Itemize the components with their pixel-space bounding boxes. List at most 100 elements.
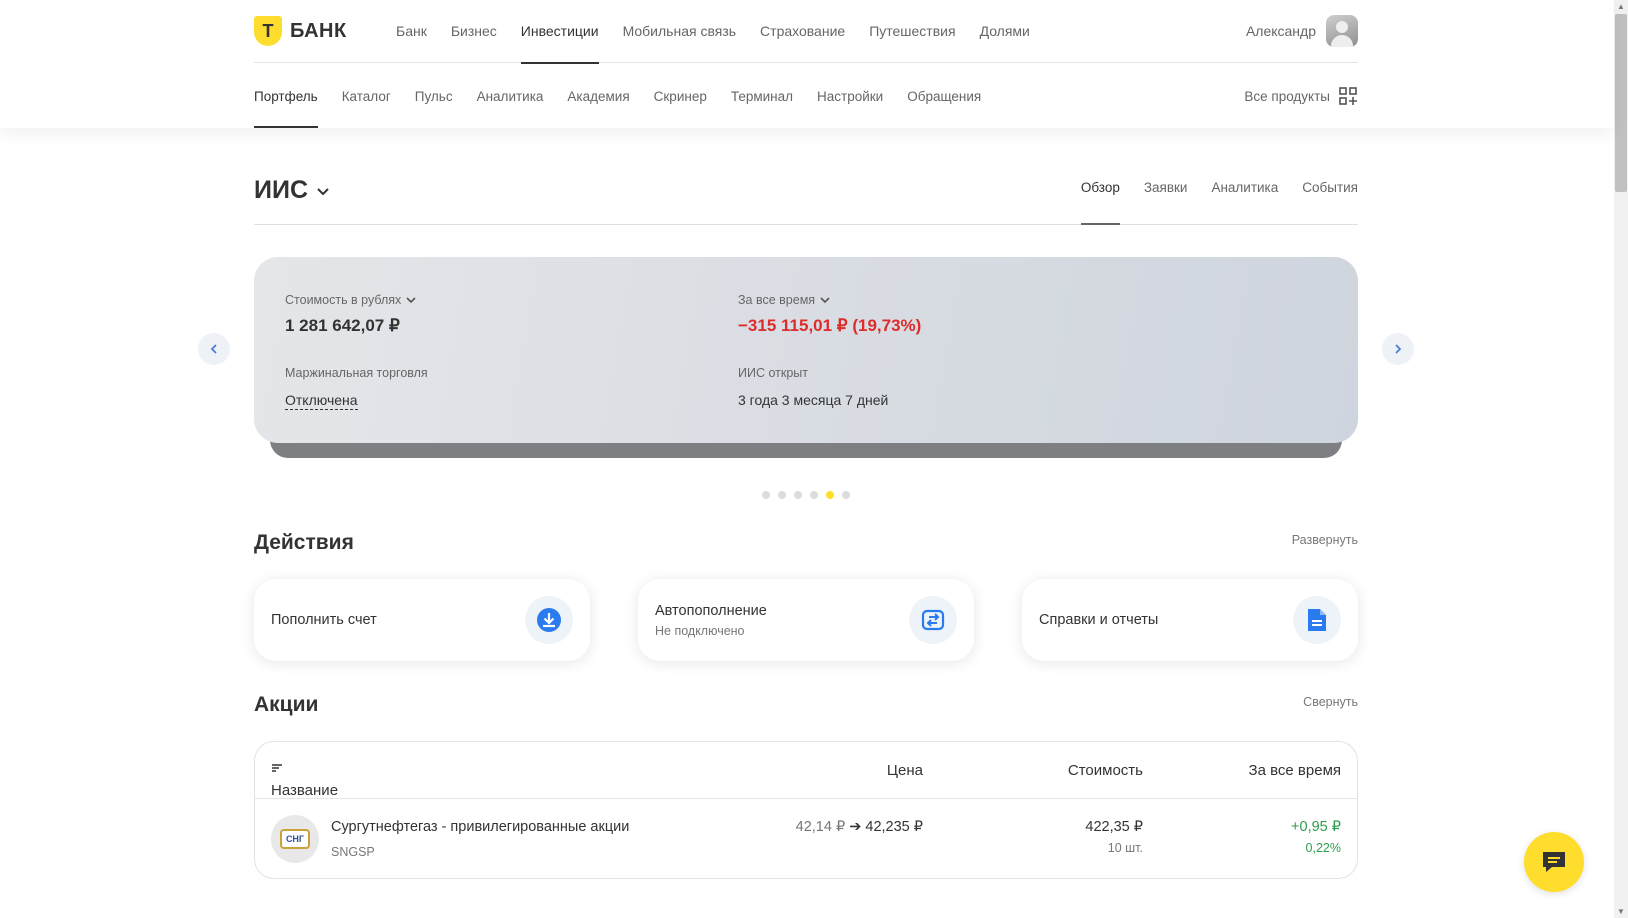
actions-title: Действия [254, 531, 354, 554]
main-nav-item-mobile[interactable]: Мобильная связь [623, 0, 736, 63]
user-menu[interactable]: Александр [1246, 15, 1358, 47]
value-block: Стоимость в рублях 1 281 642,07 ₽ [285, 293, 417, 336]
margin-label: Маржинальная торговля [285, 366, 428, 380]
stock-ticker: SNGSP [331, 845, 375, 859]
table-header: Название Цена Стоимость За все время [255, 742, 1357, 799]
sub-nav-item-catalog[interactable]: Каталог [342, 64, 391, 128]
stock-logo: СНГ [271, 815, 319, 863]
carousel-dot[interactable] [762, 491, 770, 499]
margin-status-link[interactable]: Отключена [285, 392, 358, 410]
account-header: ИИС Обзор Заявки Аналитика События [254, 168, 1358, 225]
value-selector[interactable]: Стоимость в рублях [285, 293, 417, 307]
all-products-button[interactable]: Все продукты [1244, 86, 1358, 106]
table-row[interactable]: СНГ Сургутнефтегаз - привилегированные а… [255, 799, 1357, 879]
main-nav-item-travel[interactable]: Путешествия [869, 0, 955, 63]
chat-button[interactable] [1524, 832, 1584, 892]
carousel-dot[interactable] [778, 491, 786, 499]
logo-text: БАНК [290, 19, 347, 42]
action-top-up[interactable]: Пополнить счет [254, 579, 590, 661]
price-to: 42,235 ₽ [865, 819, 923, 835]
period-label: За все время [738, 293, 816, 307]
tab-overview[interactable]: Обзор [1080, 168, 1120, 225]
sub-nav-item-academy[interactable]: Академия [567, 64, 629, 128]
carousel-next-button[interactable] [1382, 333, 1414, 365]
action-label: Пополнить счет [271, 612, 377, 628]
brand-logo[interactable]: Т БАНК [254, 16, 396, 46]
opened-block: ИИС открыт 3 года 3 месяца 7 дней [738, 366, 888, 408]
carousel-prev-button[interactable] [198, 333, 230, 365]
tab-events[interactable]: События [1302, 168, 1358, 224]
sub-nav-item-portfolio[interactable]: Портфель [254, 64, 318, 128]
page-scrollbar[interactable]: ▲ ▼ [1614, 0, 1628, 918]
account-tabs: Обзор Заявки Аналитика События [1080, 168, 1358, 225]
carousel-dot[interactable] [826, 491, 834, 499]
value-label: Стоимость в рублях [285, 293, 402, 307]
logo-shield-icon: Т [254, 16, 282, 46]
sub-nav-item-settings[interactable]: Настройки [817, 64, 883, 128]
chevron-right-icon [1395, 344, 1402, 354]
sub-nav-item-analytics[interactable]: Аналитика [477, 64, 544, 128]
tab-analytics[interactable]: Аналитика [1211, 168, 1278, 224]
main-nav: Банк Бизнес Инвестиции Мобильная связь С… [396, 0, 1054, 64]
scroll-down-icon[interactable]: ▼ [1616, 907, 1626, 916]
main-nav-item-bank[interactable]: Банк [396, 0, 427, 63]
stocks-title: Акции [254, 693, 319, 716]
sub-bar: Портфель Каталог Пульс Аналитика Академи… [254, 64, 1358, 128]
chevron-down-icon [317, 187, 329, 195]
sub-nav-item-screener[interactable]: Скринер [654, 64, 707, 128]
arrow-right-icon: ➔ [849, 819, 862, 835]
stock-value: 422,35 ₽ [1085, 819, 1143, 835]
portfolio-change: −315 115,01 ₽ (19,73%) [738, 316, 922, 335]
stock-gain-pct: 0,22% [1305, 841, 1341, 855]
margin-block: Маржинальная торговля Отключена [285, 366, 428, 410]
chat-icon [1543, 852, 1565, 872]
chevron-left-icon [210, 344, 217, 354]
stock-qty: 10 шт. [1107, 841, 1143, 855]
stock-name[interactable]: Сургутнефтегаз - привилегированные акции [331, 819, 629, 835]
column-name-sort[interactable]: Название [271, 762, 338, 799]
scroll-up-icon[interactable]: ▲ [1616, 2, 1626, 11]
carousel-dot[interactable] [794, 491, 802, 499]
chevron-down-icon [406, 297, 416, 304]
price-from: 42,14 ₽ [795, 819, 846, 835]
action-reports[interactable]: Справки и отчеты [1022, 579, 1358, 661]
sub-nav-item-support[interactable]: Обращения [907, 64, 981, 128]
user-name: Александр [1245, 23, 1316, 39]
change-block: За все время −315 115,01 ₽ (19,73%) [738, 293, 921, 336]
main-nav-item-installments[interactable]: Долями [980, 0, 1030, 63]
column-name: Название [271, 782, 339, 799]
all-products-label: Все продукты [1244, 88, 1330, 104]
investments-nav: Портфель Каталог Пульс Аналитика Академи… [254, 64, 1005, 128]
document-icon [1293, 596, 1341, 644]
grid-plus-icon [1339, 87, 1357, 105]
summary-card: Стоимость в рублях 1 281 642,07 ₽ За все… [254, 257, 1358, 443]
autorefill-icon [909, 596, 957, 644]
main-nav-item-investments[interactable]: Инвестиции [520, 0, 599, 64]
scroll-thumb[interactable] [1615, 14, 1627, 192]
action-autorefill[interactable]: Автопополнение Не подключено [638, 579, 974, 661]
column-price[interactable]: Цена [887, 762, 923, 779]
account-selector[interactable]: ИИС [254, 176, 330, 205]
column-alltime[interactable]: За все время [1249, 762, 1341, 779]
sub-nav-item-terminal[interactable]: Терминал [731, 64, 793, 128]
action-label: Справки и отчеты [1039, 612, 1159, 628]
stocks-collapse-link[interactable]: Свернуть [1303, 695, 1358, 709]
portfolio-value: 1 281 642,07 ₽ [285, 316, 400, 335]
avatar[interactable] [1326, 15, 1358, 47]
main-nav-item-insurance[interactable]: Страхование [760, 0, 845, 63]
main-nav-item-business[interactable]: Бизнес [451, 0, 497, 63]
column-value[interactable]: Стоимость [1068, 762, 1143, 779]
carousel-dot[interactable] [810, 491, 818, 499]
stocks-table: Название Цена Стоимость За все время СНГ… [254, 741, 1358, 879]
download-icon [525, 596, 573, 644]
chevron-down-icon [820, 297, 830, 304]
carousel-dot[interactable] [842, 491, 850, 499]
period-selector[interactable]: За все время [738, 293, 921, 307]
stock-logo-text: СНГ [280, 829, 310, 849]
actions-expand-link[interactable]: Развернуть [1292, 533, 1358, 547]
stock-price: 42,14 ₽ ➔ 42,235 ₽ [796, 819, 923, 835]
tab-orders[interactable]: Заявки [1144, 168, 1188, 224]
sub-nav-item-pulse[interactable]: Пульс [415, 64, 453, 128]
stock-gain: +0,95 ₽ [1291, 819, 1341, 835]
account-title: ИИС [254, 176, 308, 204]
